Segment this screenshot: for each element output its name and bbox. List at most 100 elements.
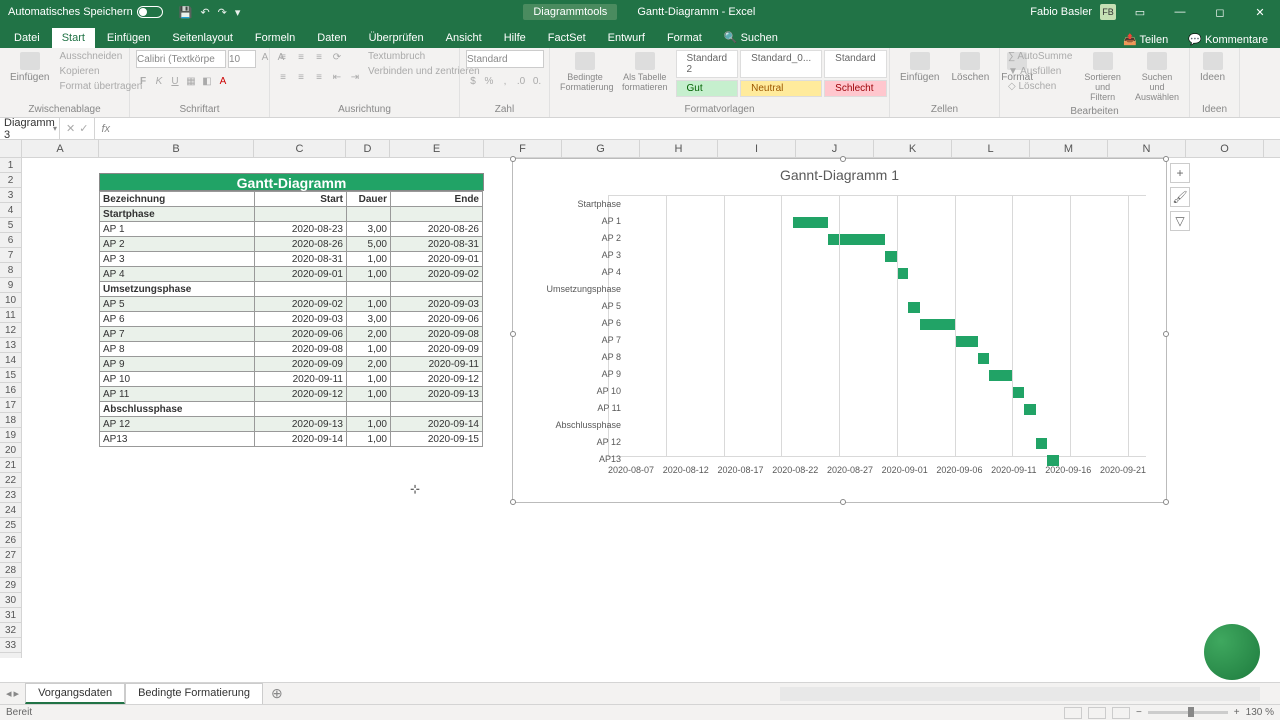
increase-decimal-icon[interactable]: .0 xyxy=(514,74,528,88)
font-size-select[interactable] xyxy=(228,50,256,68)
cell[interactable]: 2020-09-06 xyxy=(391,312,483,327)
ribbon-tab-daten[interactable]: Daten xyxy=(307,28,356,48)
cell[interactable] xyxy=(391,282,483,297)
cell[interactable]: AP 6 xyxy=(100,312,255,327)
column-header-M[interactable]: M xyxy=(1030,140,1108,157)
row-header-11[interactable]: 11 xyxy=(0,308,21,323)
chart-elements-icon[interactable]: + xyxy=(1170,163,1190,183)
cell-style-standard2[interactable]: Standard 2 xyxy=(676,50,739,78)
table-row[interactable]: AP 102020-09-111,002020-09-12 xyxy=(100,372,483,387)
cell[interactable]: 2020-08-31 xyxy=(255,252,347,267)
chart-handle-ne[interactable] xyxy=(1163,156,1169,162)
ribbon-tab-hilfe[interactable]: Hilfe xyxy=(494,28,536,48)
cell[interactable] xyxy=(255,402,347,417)
orientation-icon[interactable]: ⟳ xyxy=(330,50,344,64)
conditional-formatting-button[interactable]: Bedingte Formatierung xyxy=(556,50,614,94)
row-header-18[interactable]: 18 xyxy=(0,413,21,428)
share-button[interactable]: 📤 Teilen xyxy=(1115,31,1176,48)
sheet-tab-vorgangsdaten[interactable]: Vorgangsdaten xyxy=(25,683,125,704)
column-header-H[interactable]: H xyxy=(640,140,718,157)
cell[interactable]: AP 12 xyxy=(100,417,255,432)
cell[interactable]: 3,00 xyxy=(347,312,391,327)
search-button[interactable]: 🔍 Suchen xyxy=(714,27,788,48)
chart-styles-icon[interactable]: 🖌 xyxy=(1170,187,1190,207)
row-header-12[interactable]: 12 xyxy=(0,323,21,338)
ideas-button[interactable]: Ideen xyxy=(1196,50,1229,85)
chart-title[interactable]: Gannt-Diagramm 1 xyxy=(513,159,1166,191)
qat-more-icon[interactable]: ▾ xyxy=(235,6,241,19)
cell[interactable]: 2020-09-01 xyxy=(391,252,483,267)
cell[interactable]: 2020-09-09 xyxy=(391,342,483,357)
column-header-I[interactable]: I xyxy=(718,140,796,157)
comma-icon[interactable]: , xyxy=(498,74,512,88)
autosum-button[interactable]: ∑ AutoSumme xyxy=(1006,50,1074,63)
cell[interactable]: AP 1 xyxy=(100,222,255,237)
column-header-N[interactable]: N xyxy=(1108,140,1186,157)
cell[interactable] xyxy=(391,402,483,417)
fill-color-icon[interactable]: ◧ xyxy=(200,74,214,88)
row-header-16[interactable]: 16 xyxy=(0,383,21,398)
cell[interactable]: 3,00 xyxy=(347,222,391,237)
user-avatar[interactable]: FB xyxy=(1100,4,1116,20)
row-header-24[interactable]: 24 xyxy=(0,503,21,518)
cell-style-schlecht[interactable]: Schlecht xyxy=(824,80,887,97)
italic-icon[interactable]: K xyxy=(152,74,166,88)
cell[interactable]: AP 8 xyxy=(100,342,255,357)
cell[interactable]: 1,00 xyxy=(347,267,391,282)
chart-bar[interactable] xyxy=(978,353,990,364)
row-header-25[interactable]: 25 xyxy=(0,518,21,533)
font-name-select[interactable] xyxy=(136,50,226,68)
cell[interactable]: 2020-09-03 xyxy=(255,312,347,327)
maximize-icon[interactable]: ◻ xyxy=(1204,0,1236,24)
cell[interactable]: 2020-09-11 xyxy=(255,372,347,387)
chart-bar[interactable] xyxy=(885,251,897,262)
chart-bar[interactable] xyxy=(920,319,955,330)
row-header-23[interactable]: 23 xyxy=(0,488,21,503)
insert-cells-button[interactable]: Einfügen xyxy=(896,50,943,85)
sheet-nav-first-icon[interactable]: ◂ xyxy=(6,687,12,700)
align-bottom-icon[interactable]: ≡ xyxy=(312,50,326,64)
ribbon-tab-formeln[interactable]: Formeln xyxy=(245,28,305,48)
row-header-9[interactable]: 9 xyxy=(0,278,21,293)
undo-icon[interactable]: ↶ xyxy=(200,6,209,19)
cell[interactable]: 2020-08-26 xyxy=(255,237,347,252)
table-row[interactable]: Umsetzungsphase xyxy=(100,282,483,297)
cell[interactable]: 2020-09-15 xyxy=(391,432,483,447)
worksheet-grid[interactable]: ABCDEFGHIJKLMNO 123456789101112131415161… xyxy=(0,140,1280,658)
header-dauer[interactable]: Dauer xyxy=(347,192,391,207)
cell[interactable]: 2020-08-31 xyxy=(391,237,483,252)
cell[interactable]: Startphase xyxy=(100,207,255,222)
table-row[interactable]: AP 42020-09-011,002020-09-02 xyxy=(100,267,483,282)
column-header-K[interactable]: K xyxy=(874,140,952,157)
ribbon-tab-einfügen[interactable]: Einfügen xyxy=(97,28,160,48)
row-header-4[interactable]: 4 xyxy=(0,203,21,218)
chart-bar[interactable] xyxy=(897,268,909,279)
zoom-slider[interactable] xyxy=(1148,711,1228,714)
font-color-icon[interactable]: A xyxy=(216,74,230,88)
align-left-icon[interactable]: ≡ xyxy=(276,70,290,84)
chart-handle-nw[interactable] xyxy=(510,156,516,162)
zoom-in-icon[interactable]: + xyxy=(1234,707,1240,718)
cell[interactable]: 2020-09-13 xyxy=(255,417,347,432)
decrease-decimal-icon[interactable]: 0. xyxy=(530,74,544,88)
row-header-19[interactable]: 19 xyxy=(0,428,21,443)
bold-icon[interactable]: F xyxy=(136,74,150,88)
cell[interactable]: 2020-09-08 xyxy=(391,327,483,342)
row-header-7[interactable]: 7 xyxy=(0,248,21,263)
cell[interactable] xyxy=(255,282,347,297)
delete-cells-button[interactable]: Löschen xyxy=(947,50,993,85)
chart-bar[interactable] xyxy=(1024,404,1036,415)
cell[interactable]: AP 7 xyxy=(100,327,255,342)
chart-bar[interactable] xyxy=(1012,387,1024,398)
row-header-13[interactable]: 13 xyxy=(0,338,21,353)
row-header-27[interactable]: 27 xyxy=(0,548,21,563)
cell[interactable]: 2020-09-08 xyxy=(255,342,347,357)
normal-view-icon[interactable] xyxy=(1064,707,1082,719)
cell[interactable] xyxy=(347,282,391,297)
column-header-D[interactable]: D xyxy=(346,140,390,157)
redo-icon[interactable]: ↷ xyxy=(218,6,227,19)
cell[interactable]: 2020-09-12 xyxy=(255,387,347,402)
row-header-31[interactable]: 31 xyxy=(0,608,21,623)
row-header-3[interactable]: 3 xyxy=(0,188,21,203)
percent-icon[interactable]: % xyxy=(482,74,496,88)
